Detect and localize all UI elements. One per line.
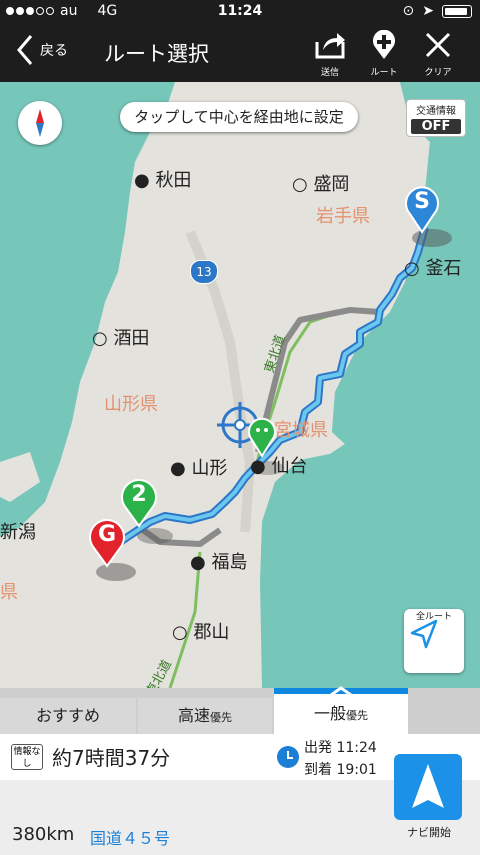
traffic-state: OFF [411, 119, 461, 134]
route-add-button[interactable]: ルート [360, 29, 408, 78]
compass-button[interactable] [18, 101, 62, 145]
start-marker-label: S [414, 189, 430, 214]
clock-icon [277, 746, 299, 768]
pref-miyagi: 宮城県 [274, 420, 328, 441]
status-bar: au 4G 11:24 ⊙ ➤ [0, 0, 480, 24]
hint-tooltip: タップして中心を経由地に設定 [120, 102, 358, 132]
all-route-button[interactable]: 全ルート [404, 609, 464, 673]
nav-bar: 戻る ルート選択 送信 ルート クリア [0, 24, 480, 82]
tab-general-suffix: 優先 [346, 709, 368, 722]
city-morioka: ○ 盛岡 [292, 174, 350, 195]
route-duration: 約7時間37分 [52, 746, 171, 770]
map-canvas [0, 82, 480, 688]
compass-icon [36, 109, 44, 137]
send-button[interactable]: 送信 [306, 30, 354, 78]
page-title: ルート選択 [104, 42, 209, 66]
tab-general[interactable]: 一般優先 [274, 686, 408, 734]
pin-plus-icon [373, 29, 395, 59]
tab-highway-label: 高速 [177, 706, 210, 725]
city-niigata: 新潟 [0, 522, 36, 543]
city-sendai: ● 仙台 [250, 456, 308, 477]
pref-yamagata: 山形県 [104, 394, 158, 415]
back-button[interactable]: 戻る [16, 34, 68, 66]
clear-button[interactable]: クリア [414, 30, 462, 78]
chevron-up-icon [330, 686, 352, 696]
share-icon [315, 33, 345, 59]
tab-general-label: 一般 [313, 704, 346, 723]
navi-start-btn-body [394, 754, 462, 820]
city-kamaishi: ○ 釜石 [404, 258, 462, 279]
departure-time: 出発 11:24 [304, 740, 377, 756]
clear-label: クリア [424, 68, 452, 78]
traffic-toggle[interactable]: 交通情報 OFF [406, 99, 466, 137]
route-road: 国道４５号 [90, 829, 171, 848]
navigation-arrow-icon [410, 619, 438, 649]
city-fukushima: ● 福島 [190, 552, 248, 573]
pref-partial: 県 [0, 582, 18, 603]
waypoint-shadow [137, 528, 173, 544]
navi-start-label: ナビ開始 [407, 826, 451, 839]
info-badge: 情報なし [11, 744, 43, 770]
route-tabs: おすすめ 高速優先 一般優先 [0, 686, 480, 734]
route-shield-13: 13 [190, 260, 218, 284]
waypoint-marker-label: 2 [131, 482, 147, 507]
close-icon [425, 32, 451, 58]
pref-iwate: 岩手県 [316, 206, 370, 227]
start-marker[interactable]: S [404, 186, 440, 234]
battery-icon [442, 4, 472, 18]
rotation-lock-icon: ⊙ [402, 3, 415, 19]
location-arrow-icon: ➤ [422, 3, 434, 19]
tab-highway-suffix: 優先 [210, 711, 232, 724]
tab-recommended[interactable]: おすすめ [0, 698, 136, 734]
status-right: ⊙ ➤ [403, 3, 472, 19]
navi-start-button[interactable]: ナビ開始 [394, 754, 464, 840]
send-label: 送信 [320, 68, 339, 78]
chevron-left-icon [17, 35, 33, 65]
island-left [0, 452, 40, 502]
tab-recommended-label: おすすめ [35, 706, 100, 725]
city-akita: ● 秋田 [134, 170, 192, 191]
navigation-arrow-icon [412, 764, 444, 808]
map-view[interactable]: S G 2 ● 秋田 ○ 盛岡 ○ 釜石 ○ 酒田 ● 山形 ● 仙台 ● 福島… [0, 82, 480, 688]
city-koriyama: ○ 郡山 [172, 622, 230, 643]
back-label: 戻る [40, 43, 68, 59]
city-yamagata: ● 山形 [170, 458, 228, 479]
city-sakata: ○ 酒田 [92, 328, 150, 349]
waypoint-marker[interactable]: 2 [120, 478, 158, 528]
arrival-time: 到着 19:01 [304, 762, 377, 778]
route-distance: 380km [12, 824, 75, 845]
traffic-label: 交通情報 [416, 106, 456, 117]
route-label: ルート [370, 68, 398, 78]
tab-highway[interactable]: 高速優先 [138, 698, 272, 734]
